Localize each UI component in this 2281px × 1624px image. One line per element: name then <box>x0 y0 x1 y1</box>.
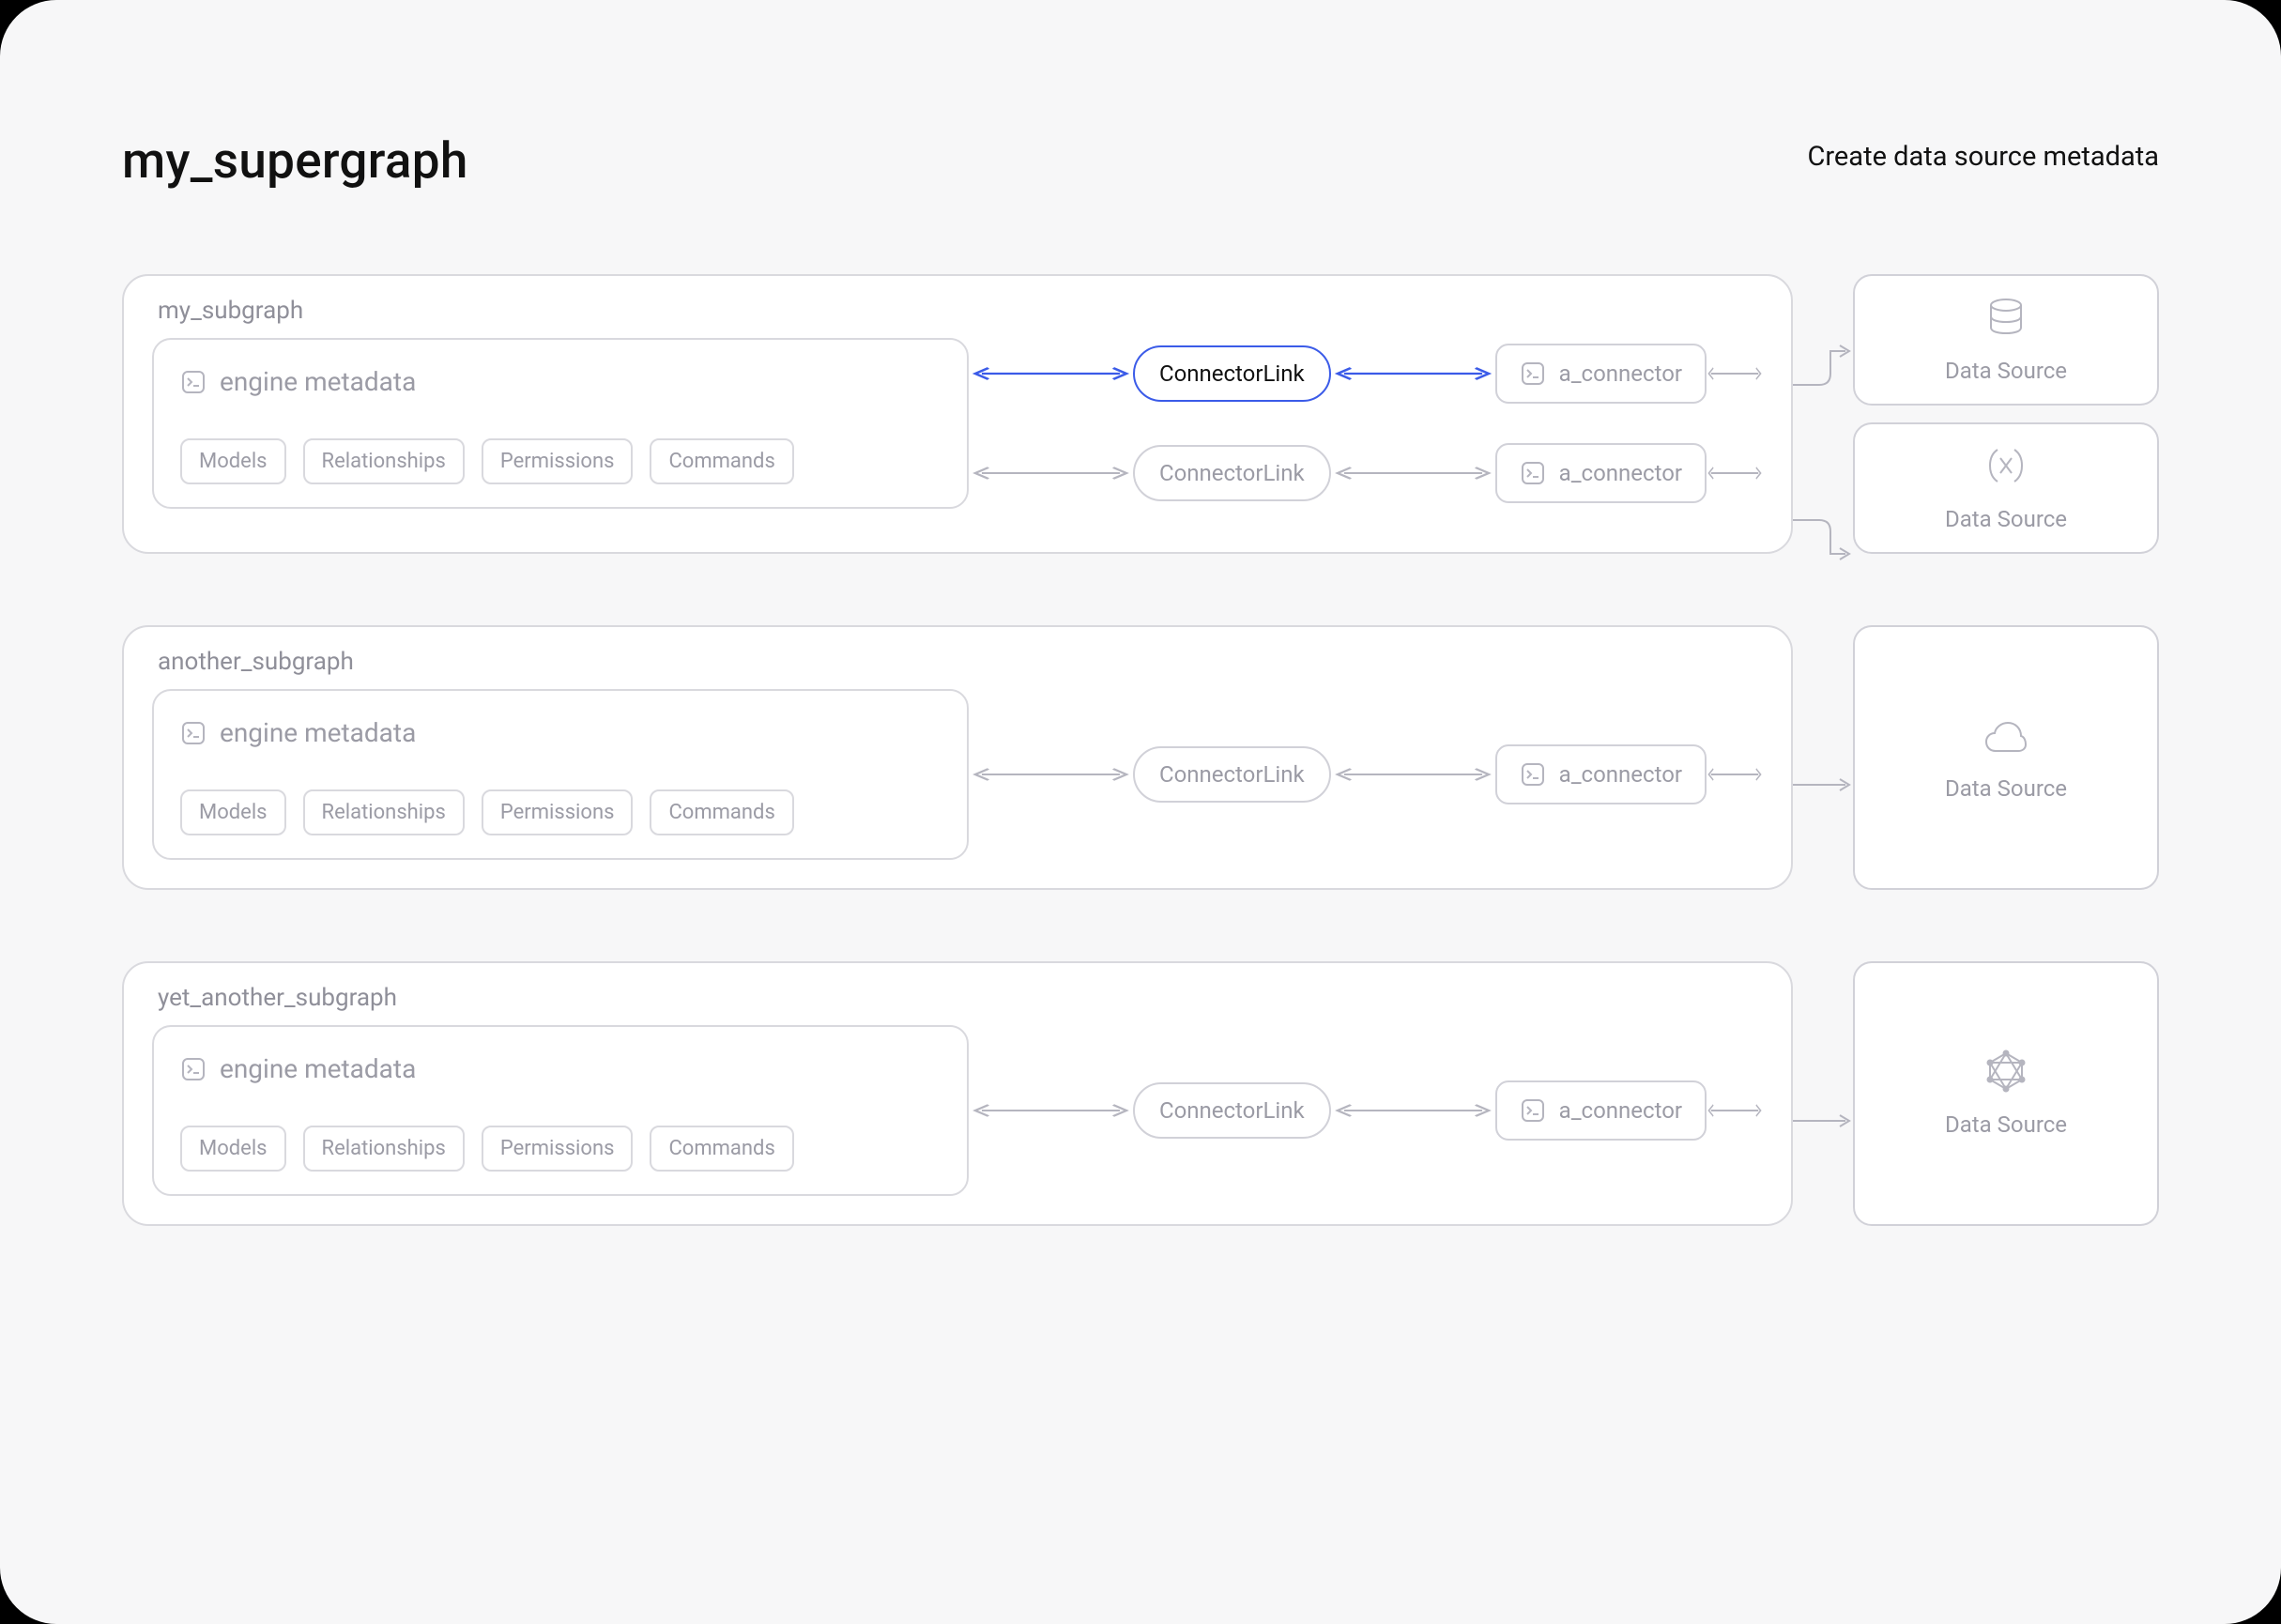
link-arrow-icon <box>1707 763 1763 786</box>
data-source-box: Data Source <box>1853 422 2159 554</box>
chip-models: Models <box>180 1126 286 1172</box>
subgraph-rows: my_subgraph engine metadata Models Relat… <box>122 274 2159 1226</box>
data-source-label: Data Source <box>1945 358 2067 384</box>
link-arrow-icon <box>1331 763 1495 786</box>
link-arrow-icon <box>1331 362 1495 385</box>
terminal-icon <box>1520 761 1546 788</box>
chip-models: Models <box>180 789 286 835</box>
terminal-icon <box>1520 1097 1546 1124</box>
data-source-box: Data Source <box>1853 961 2159 1226</box>
a-connector-label: a_connector <box>1559 761 1682 788</box>
a-connector-box: a_connector <box>1495 744 1707 804</box>
graphql-icon <box>1984 1049 2028 1093</box>
subgraph-box: another_subgraph engine metadata Models … <box>122 625 1793 890</box>
link-arrow-icon <box>969 362 1133 385</box>
engine-metadata-label: engine metadata <box>220 1053 416 1084</box>
link-arrow-icon <box>1331 1099 1495 1122</box>
chip-row: Models Relationships Permissions Command… <box>180 789 941 835</box>
chip-commands: Commands <box>650 1126 793 1172</box>
connector-lane: ConnectorLink a_connector <box>969 744 1763 804</box>
chip-permissions: Permissions <box>482 438 634 484</box>
terminal-icon <box>1520 460 1546 486</box>
header: my_supergraph Create data source metadat… <box>122 131 2159 190</box>
engine-metadata-box: engine metadata Models Relationships Per… <box>152 338 969 509</box>
connector-lane: ConnectorLink a_connector <box>969 443 1763 503</box>
supergraph-title: my_supergraph <box>122 131 468 190</box>
subgraph-name: my_subgraph <box>152 297 1763 325</box>
link-arrow-icon <box>969 763 1133 786</box>
subgraph-name: another_subgraph <box>152 648 1763 676</box>
link-arrow-icon <box>969 462 1133 484</box>
engine-metadata-label: engine metadata <box>220 366 416 397</box>
connector-link-pill: ConnectorLink <box>1133 1082 1331 1139</box>
subgraph-box: yet_another_subgraph engine metadata Mod… <box>122 961 1793 1226</box>
a-connector-label: a_connector <box>1559 360 1682 387</box>
chip-permissions: Permissions <box>482 789 634 835</box>
subgraph-box: my_subgraph engine metadata Models Relat… <box>122 274 1793 554</box>
data-source-label: Data Source <box>1945 1111 2067 1138</box>
a-connector-box: a_connector <box>1495 443 1707 503</box>
data-source-label: Data Source <box>1945 506 2067 532</box>
link-arrow-icon <box>969 1099 1133 1122</box>
a-connector-label: a_connector <box>1559 1097 1682 1124</box>
data-source-box: Data Source <box>1853 625 2159 890</box>
data-source-box: Data Source <box>1853 274 2159 406</box>
a-connector-box: a_connector <box>1495 344 1707 404</box>
step-subtitle: Create data source metadata <box>1808 131 2160 173</box>
terminal-icon <box>180 720 207 746</box>
chip-relationships: Relationships <box>303 1126 465 1172</box>
a-connector-label: a_connector <box>1559 460 1682 486</box>
chip-permissions: Permissions <box>482 1126 634 1172</box>
chip-relationships: Relationships <box>303 438 465 484</box>
data-source-column: Data Source <box>1793 961 2159 1226</box>
link-arrow-icon <box>1707 462 1763 484</box>
link-arrow-icon <box>1707 362 1763 385</box>
cloud-icon <box>1984 713 2028 757</box>
data-source-column: Data Source <box>1793 625 2159 890</box>
a-connector-box: a_connector <box>1495 1080 1707 1141</box>
connector-lane: ConnectorLink a_connector <box>969 1080 1763 1141</box>
connector-link-pill: ConnectorLink <box>1133 746 1331 803</box>
chip-row: Models Relationships Permissions Command… <box>180 438 941 484</box>
connector-link-pill: ConnectorLink <box>1133 445 1331 501</box>
link-arrow-icon <box>1331 462 1495 484</box>
connector-link-pill: ConnectorLink <box>1133 345 1331 402</box>
terminal-icon <box>180 369 207 395</box>
subgraph-row: my_subgraph engine metadata Models Relat… <box>122 274 2159 554</box>
diagram-canvas: my_supergraph Create data source metadat… <box>0 0 2281 1624</box>
chip-relationships: Relationships <box>303 789 465 835</box>
chip-row: Models Relationships Permissions Command… <box>180 1126 941 1172</box>
link-arrow-icon <box>1707 1099 1763 1122</box>
chip-commands: Commands <box>650 438 793 484</box>
data-source-label: Data Source <box>1945 775 2067 802</box>
engine-metadata-box: engine metadata Models Relationships Per… <box>152 689 969 860</box>
terminal-icon <box>1520 360 1546 387</box>
data-source-column: Data Source Data Source <box>1793 274 2159 554</box>
engine-metadata-box: engine metadata Models Relationships Per… <box>152 1025 969 1196</box>
connector-lane: ConnectorLink a_connector <box>969 344 1763 404</box>
variable-icon <box>1984 444 2028 487</box>
subgraph-row: yet_another_subgraph engine metadata Mod… <box>122 961 2159 1226</box>
engine-metadata-label: engine metadata <box>220 717 416 748</box>
subgraph-name: yet_another_subgraph <box>152 984 1763 1012</box>
subgraph-row: another_subgraph engine metadata Models … <box>122 625 2159 890</box>
chip-commands: Commands <box>650 789 793 835</box>
database-icon <box>1984 296 2028 339</box>
chip-models: Models <box>180 438 286 484</box>
terminal-icon <box>180 1056 207 1082</box>
